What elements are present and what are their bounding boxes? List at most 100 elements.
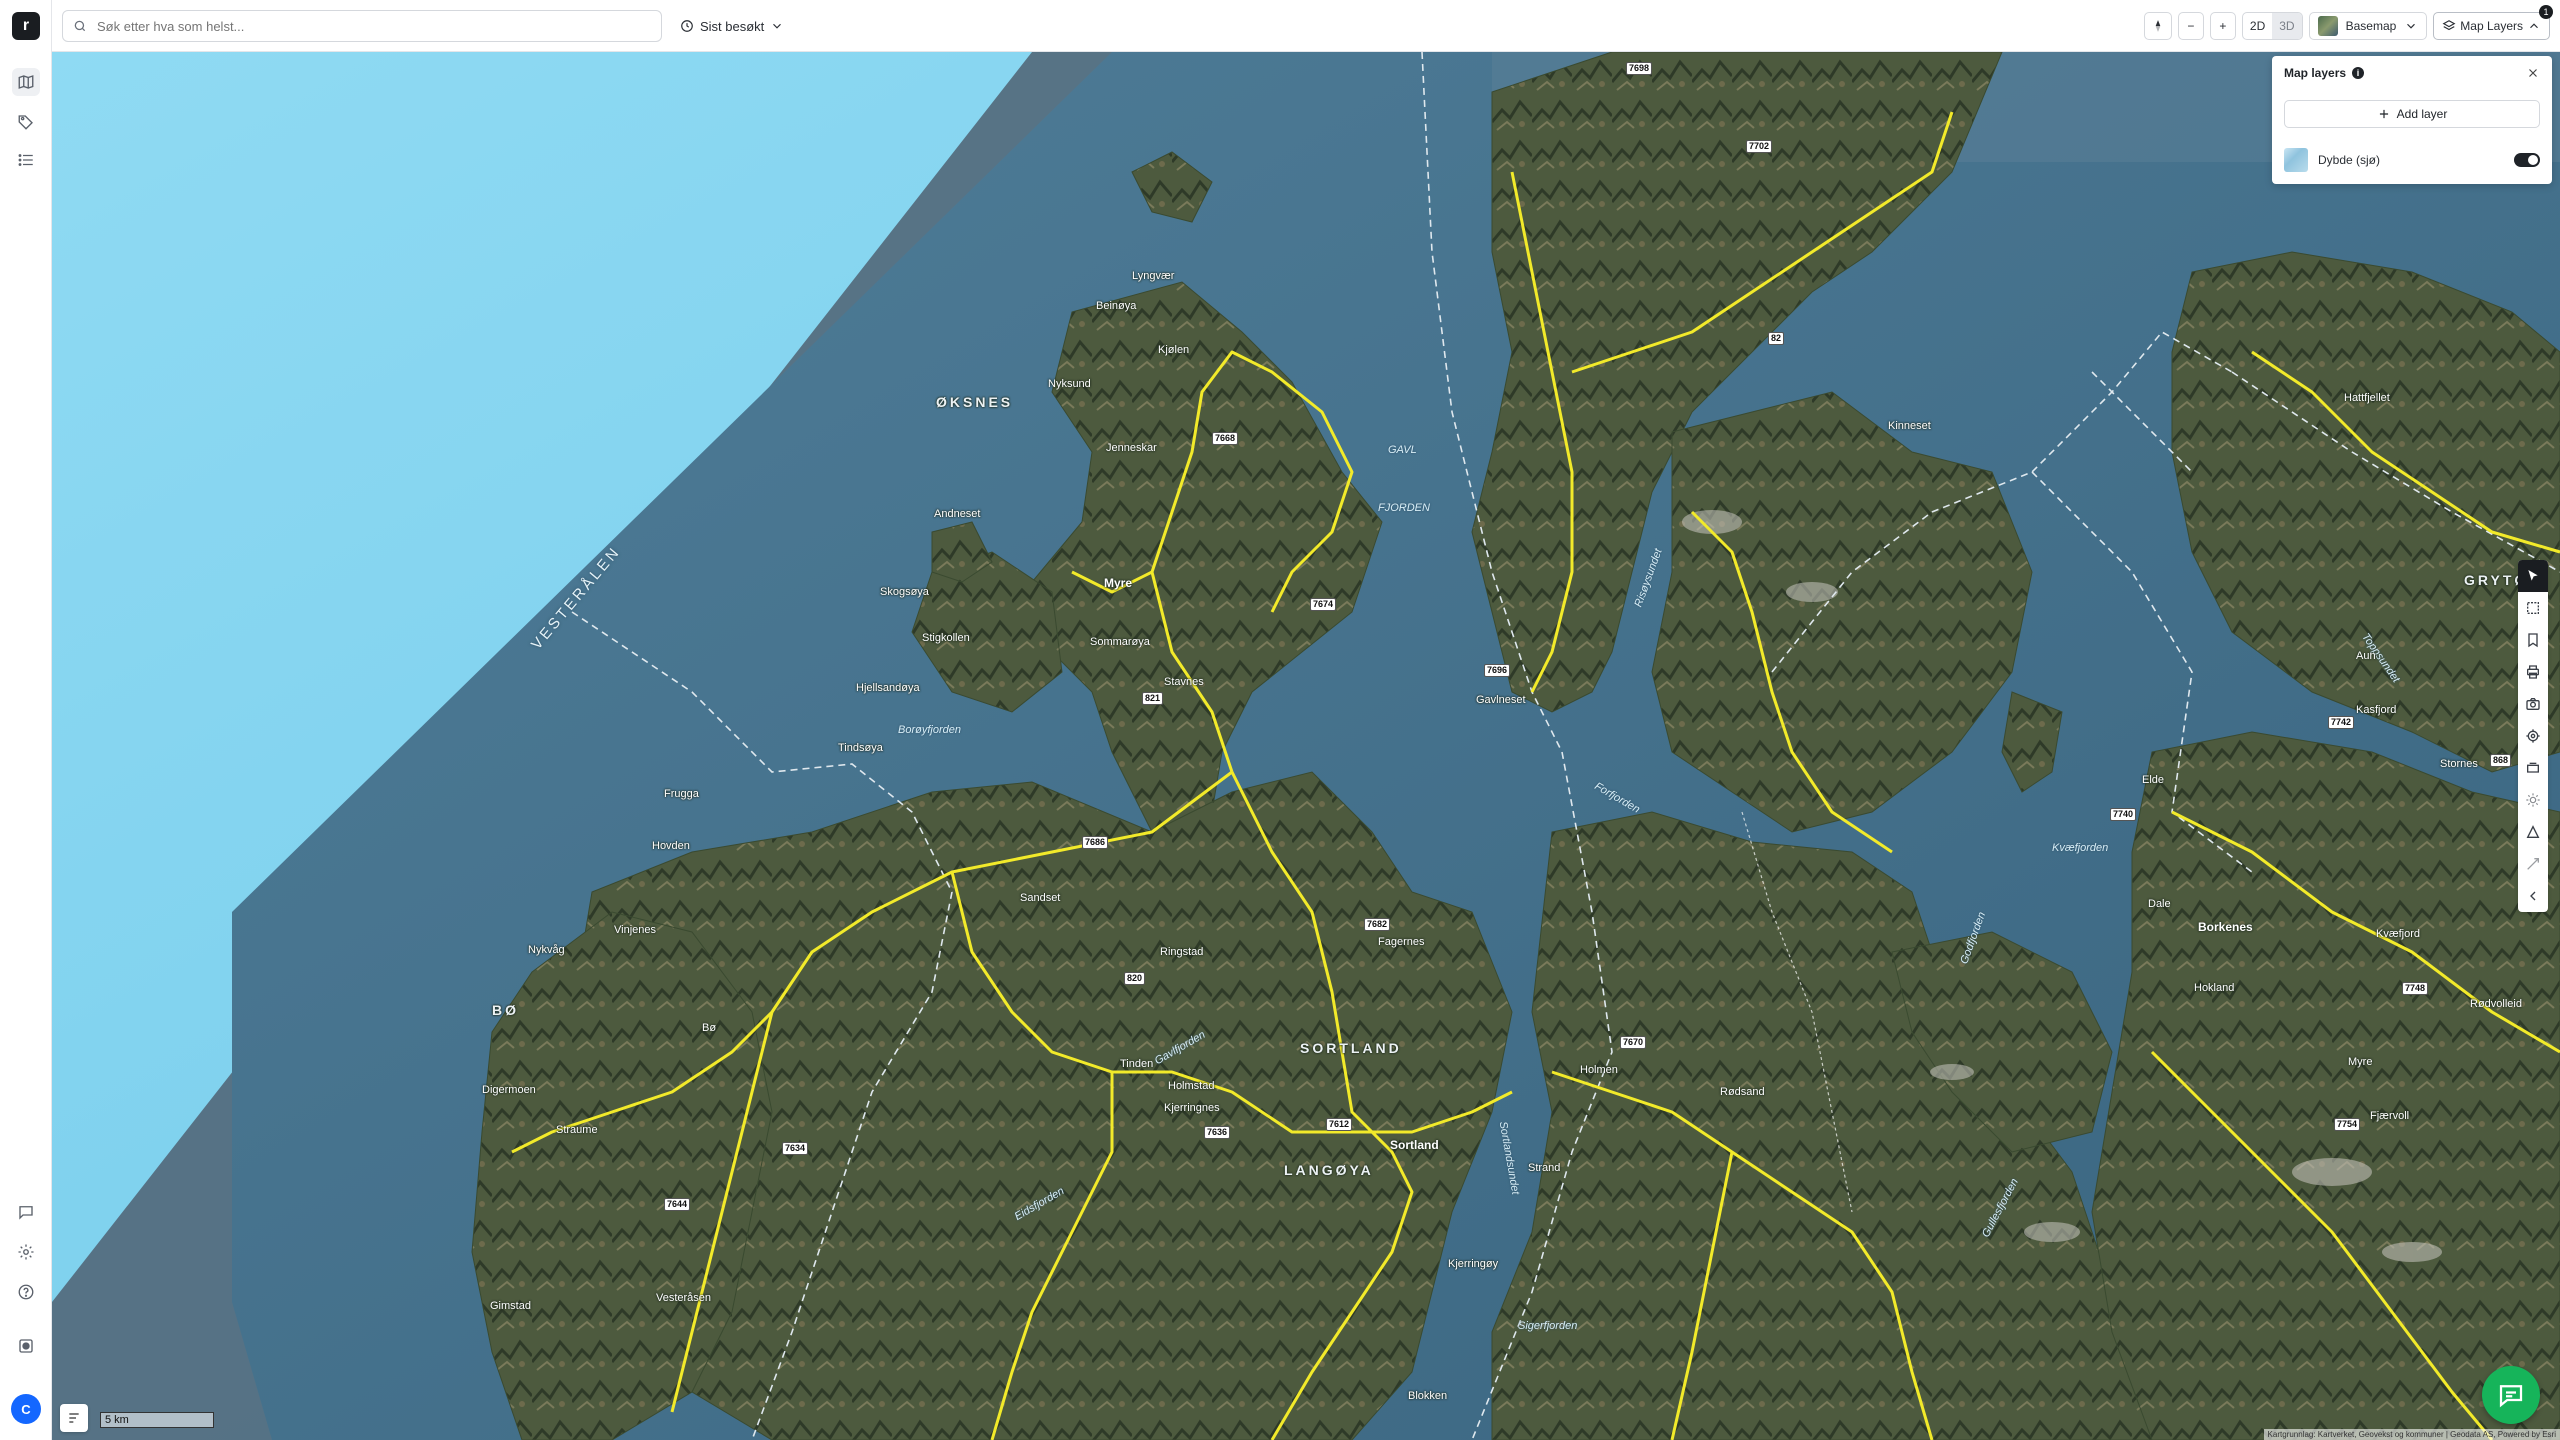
map-layers-label: Map Layers [2460, 19, 2523, 33]
map-controls: − + 2D 3D Basemap Map Layers 1 [2143, 5, 2553, 40]
map-label-elde: Elde [2142, 774, 2165, 786]
map-label-hjellsandoya: Hjellsandøya [856, 682, 920, 694]
map-label-straume: Straume [556, 1124, 598, 1136]
chevron-down-icon [2407, 23, 2416, 29]
map-label-kjerringnes: Kjerringnes [1164, 1102, 1220, 1114]
road-shield: 7682 [1364, 918, 1391, 931]
tag-icon[interactable] [12, 108, 40, 136]
mode-2d-button[interactable]: 2D [2243, 13, 2272, 39]
compass-button[interactable] [2143, 12, 2172, 40]
map-label-vesterasen: Vesteråsen [656, 1292, 712, 1304]
road-shield: 7748 [2402, 982, 2429, 995]
search-box[interactable] [62, 10, 662, 42]
map-label-kvaefjord: Kvæfjord [2376, 928, 2421, 940]
basemap-button[interactable]: Basemap [2308, 12, 2428, 40]
print-icon[interactable] [2518, 656, 2548, 688]
map-layers-button[interactable]: Map Layers 1 [2433, 5, 2553, 40]
map-label-lyngvaer: Lyngvær [1132, 270, 1175, 282]
view-mode-toggle: 2D 3D [2241, 12, 2303, 40]
user-avatar[interactable]: C [11, 1394, 41, 1424]
map-label-sortland: Sortland [1390, 1138, 1439, 1152]
road-shield: 820 [1124, 972, 1146, 985]
layers-icon [2442, 20, 2456, 31]
box-select-icon[interactable] [2518, 592, 2548, 624]
map-label-langoya: LANGØYA [1284, 1162, 1374, 1178]
map-label-sortland-region: SORTLAND [1300, 1040, 1402, 1056]
map-label-rodvolleid: Rødvolleid [2470, 998, 2522, 1010]
map-label-blokken: Blokken [1408, 1390, 1448, 1402]
zoom-out-button[interactable]: − [2177, 12, 2204, 40]
road-shield: 7644 [664, 1198, 691, 1211]
road-shield: 7702 [1746, 140, 1773, 153]
road-shield: 7698 [1626, 62, 1653, 75]
map-label-sandset: Sandset [1020, 892, 1061, 904]
select-pointer-icon[interactable] [2518, 560, 2548, 592]
recent-dropdown[interactable]: Sist besøkt [680, 14, 784, 38]
search-input[interactable] [97, 18, 637, 34]
map-label-skogsoya: Skogsøya [880, 586, 929, 598]
list-icon[interactable] [12, 146, 40, 174]
bookmark-icon[interactable] [2518, 624, 2548, 656]
compass-icon [2155, 20, 2161, 32]
search-icon [74, 20, 86, 32]
route-icon[interactable] [2518, 848, 2548, 880]
map-canvas[interactable]: VESTERÅLEN ØKSNES BØ SORTLAND LANGØYA GR… [52, 52, 2560, 1440]
layers-stack-icon[interactable] [2518, 752, 2548, 784]
road-shield: 7636 [1204, 1126, 1231, 1139]
legend-button[interactable] [60, 1404, 88, 1432]
map-label-boroyfjorden: Borøyfjorden [898, 724, 961, 736]
zoom-in-button[interactable]: + [2209, 12, 2236, 40]
record-icon[interactable] [12, 1332, 40, 1360]
map-label-frugga: Frugga [664, 788, 699, 800]
map-label-gavlneset: Gavlneset [1476, 694, 1526, 706]
map-label-kjolen: Kjølen [1158, 344, 1190, 356]
map-label-nykvag: Nykvåg [528, 944, 565, 956]
layer-visibility-toggle[interactable] [2514, 153, 2540, 167]
map-label-hokland: Hokland [2194, 982, 2235, 994]
map-label-gavl: GAVL [1388, 444, 1417, 456]
map-label-stornes: Stornes [2440, 758, 2478, 770]
app-logo[interactable]: r [12, 12, 40, 40]
chevron-up-icon [2530, 23, 2538, 29]
map-label-strand: Strand [1528, 1162, 1561, 1174]
mode-3d-button[interactable]: 3D [2272, 13, 2302, 39]
map-label-myre: Myre [1104, 576, 1133, 590]
map-label-holmen: Holmen [1580, 1064, 1618, 1076]
plus-icon [2379, 109, 2388, 119]
map-label-borkenes: Borkenes [2198, 920, 2253, 934]
road-shield: 7670 [1620, 1036, 1647, 1049]
legend-icon [69, 1413, 79, 1423]
locate-icon[interactable] [2518, 720, 2548, 752]
map-label-aun: Aun [2356, 650, 2376, 662]
map-label-stigkollen: Stigkollen [922, 632, 970, 644]
layers-count-badge: 1 [2539, 5, 2553, 19]
layer-thumbnail [2284, 148, 2308, 172]
map-label-tinden: Tinden [1120, 1058, 1154, 1070]
layer-row[interactable]: Dybde (sjø) [2284, 148, 2540, 172]
measure-icon[interactable] [2518, 816, 2548, 848]
sun-light-icon[interactable] [2518, 784, 2548, 816]
map-label-gimstad: Gimstad [490, 1300, 531, 1312]
collapse-left-icon[interactable] [2518, 880, 2548, 912]
map-view-icon[interactable] [12, 68, 40, 96]
settings-gear-icon[interactable] [12, 1238, 40, 1266]
map-label-tindsoya: Tindsøya [838, 742, 883, 754]
feedback-icon[interactable] [12, 1198, 40, 1226]
camera-icon[interactable] [2518, 688, 2548, 720]
help-icon[interactable] [12, 1278, 40, 1306]
road-shield: 7634 [782, 1142, 809, 1155]
info-icon[interactable]: i [2352, 67, 2365, 79]
chat-icon [2499, 1385, 2523, 1408]
map-label-holmstad: Holmstad [1168, 1080, 1215, 1092]
layer-name: Dybde (sjø) [2318, 153, 2381, 167]
close-icon[interactable] [2524, 64, 2542, 82]
map-label-sommaroya: Sommarøya [1090, 636, 1150, 648]
chat-support-button[interactable] [2482, 1366, 2540, 1424]
add-layer-button[interactable]: Add layer [2284, 100, 2540, 128]
map-label-stavnes: Stavnes [1164, 676, 1204, 688]
clock-icon [681, 20, 693, 32]
map-attribution: Kartgrunnlag: Kartverket, Geovekst og ko… [2263, 1429, 2560, 1440]
road-shield: 7668 [1212, 432, 1239, 445]
road-shield: 7674 [1310, 598, 1337, 611]
map-label-dale: Dale [2148, 898, 2171, 910]
